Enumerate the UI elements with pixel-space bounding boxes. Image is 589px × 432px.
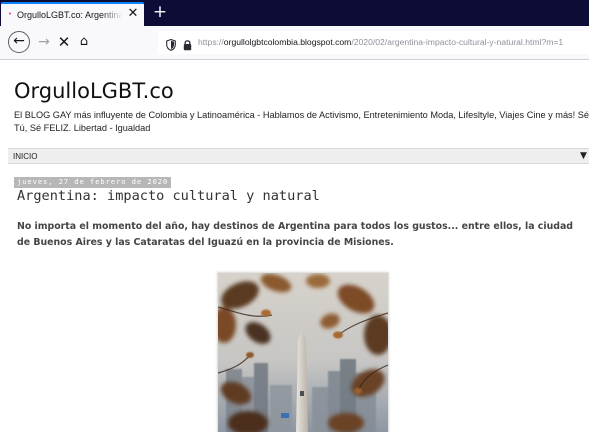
close-tab-icon[interactable]: ✕ [126, 7, 140, 21]
post-summary: No importa el momento del año, hay desti… [17, 221, 573, 248]
mobile-menu-bar[interactable]: INICIO ▼ [8, 148, 589, 164]
tracking-protection-shield-icon[interactable] [166, 36, 176, 51]
url-scheme: https:// [198, 37, 224, 47]
post-title[interactable]: Argentina: impacto cultural y natural [17, 187, 320, 205]
tab-strip: • OrgulloLGBT.co: Argentina: impacto cul… [0, 0, 589, 26]
url-text[interactable]: https://orgullolgbtcolombia.blogspot.com… [198, 36, 588, 49]
padlock-icon[interactable] [183, 36, 192, 51]
menu-item-inicio[interactable]: INICIO [13, 151, 37, 162]
obelisk-photo [218, 273, 388, 432]
url-host: orgullolgbtcolombia.blogspot.com [223, 37, 352, 47]
home-button[interactable]: ⌂ [76, 33, 92, 51]
blog-title[interactable]: OrgulloLGBT.co [14, 78, 174, 104]
url-path: /2020/02/argentina-impacto-cultural-y-na… [351, 37, 564, 47]
url-bar[interactable]: https://orgullolgbtcolombia.blogspot.com… [158, 31, 589, 54]
back-button[interactable]: ← [8, 31, 30, 53]
page-content: OrgulloLGBT.co El BLOG GAY más influyent… [0, 60, 589, 432]
post-image[interactable] [217, 272, 389, 432]
favicon-icon: • [8, 10, 13, 18]
active-tab-indicator [1, 2, 144, 4]
tab-title-fade [101, 6, 123, 22]
dropdown-arrow-icon[interactable]: ▼ [580, 150, 587, 162]
navigation-toolbar: ← → ✕ ⌂ https://orgullolgbtcolombia.blog… [0, 26, 589, 60]
stop-button[interactable]: ✕ [56, 33, 72, 51]
blog-description: El BLOG GAY más influyente de Colombia y… [14, 110, 589, 133]
active-tab[interactable]: • OrgulloLGBT.co: Argentina: impacto cul… [1, 2, 144, 26]
forward-button[interactable]: → [36, 33, 52, 51]
browser-window: • OrgulloLGBT.co: Argentina: impacto cul… [0, 0, 589, 432]
new-tab-button[interactable]: + [150, 2, 170, 22]
